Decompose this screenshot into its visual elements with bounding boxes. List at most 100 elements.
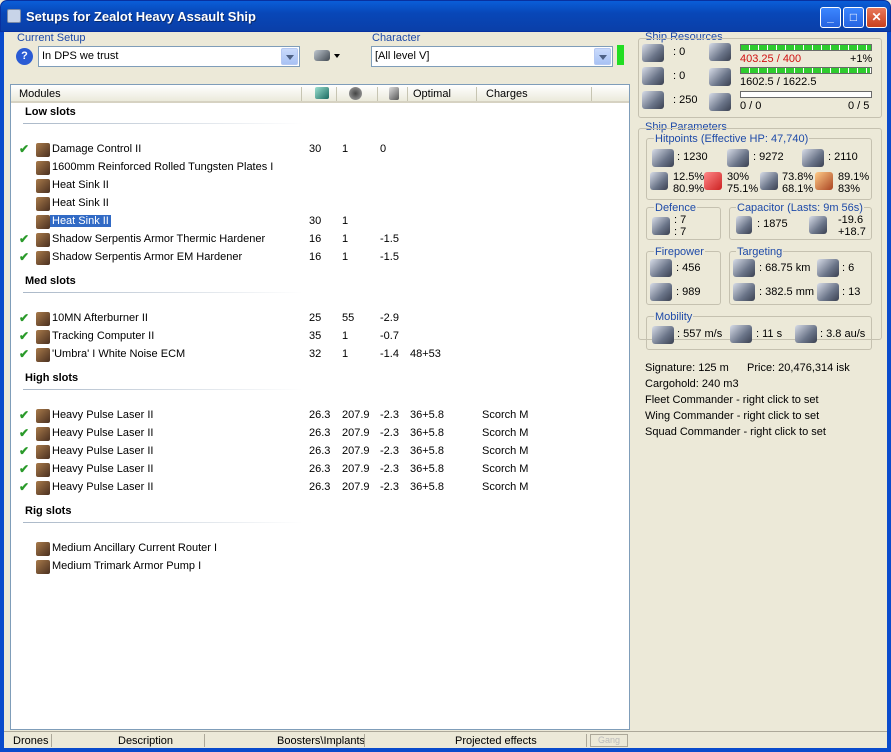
module-charge[interactable]: Scorch M (482, 427, 528, 439)
section-divider (23, 292, 303, 293)
fleet-commander-text[interactable]: Fleet Commander - right click to set (645, 394, 819, 406)
module-name[interactable]: Medium Trimark Armor Pump I (52, 560, 201, 572)
module-charge[interactable]: Scorch M (482, 409, 528, 421)
active-check-icon[interactable]: ✔ (19, 232, 29, 246)
module-cpu: 26.3 (309, 481, 331, 493)
module-row[interactable]: Heat Sink II 30 1 (11, 213, 629, 231)
module-row[interactable]: ✔ 'Umbra' I White Noise ECM 32 1 -1.4 48+53 (11, 346, 629, 364)
ship-icon (314, 50, 330, 61)
powergrid-value: 1602.5 / 1622.5 (740, 76, 817, 88)
module-charge[interactable]: Scorch M (482, 463, 528, 475)
close-button[interactable]: ✕ (866, 7, 887, 28)
setup-actions-button[interactable] (314, 48, 340, 64)
module-icon (36, 143, 50, 157)
module-name[interactable]: Heavy Pulse Laser II (52, 463, 154, 475)
active-check-icon[interactable]: ✔ (19, 444, 29, 458)
cpu-value: 403.25 / 400 (740, 53, 802, 65)
description-tab[interactable]: Description (118, 735, 173, 747)
module-name[interactable]: Heavy Pulse Laser II (52, 409, 154, 421)
setup-select[interactable]: In DPS we trust (38, 46, 300, 67)
minimize-button[interactable]: _ (820, 7, 841, 28)
module-row[interactable]: ✔ Damage Control II 30 1 0 (11, 141, 629, 159)
squad-commander-text[interactable]: Squad Commander - right click to set (645, 426, 826, 438)
drones-tab[interactable]: Drones (13, 735, 48, 747)
boosters-implants-tab[interactable]: Boosters\Implants (277, 735, 365, 747)
module-icon (36, 179, 50, 193)
character-select[interactable]: [All level V] (371, 46, 613, 67)
help-icon[interactable]: ? (16, 48, 33, 65)
module-power: 207.9 (342, 409, 370, 421)
module-cpu: 16 (309, 233, 322, 245)
module-power: 1 (342, 251, 349, 263)
projected-effects-tab[interactable]: Projected effects (455, 735, 537, 747)
active-check-icon[interactable]: ✔ (19, 311, 29, 325)
armor-icon (727, 149, 749, 167)
module-charge[interactable]: Scorch M (482, 481, 528, 493)
capacitor-col-icon[interactable] (389, 87, 399, 100)
active-check-icon[interactable]: ✔ (19, 142, 29, 156)
module-row[interactable]: ✔ Heavy Pulse Laser II 26.3 207.9 -2.3 36+5.8… (11, 443, 629, 461)
module-name[interactable]: Heavy Pulse Laser II (52, 427, 154, 439)
maximize-button[interactable]: □ (843, 7, 864, 28)
active-check-icon[interactable]: ✔ (19, 426, 29, 440)
module-row[interactable]: ✔ Heavy Pulse Laser II 26.3 207.9 -2.3 36+5.8… (11, 407, 629, 425)
hitpoints-title: Hitpoints (Effective HP: 47,740) (654, 133, 810, 145)
module-row[interactable]: ✔ Shadow Serpentis Armor Thermic Hardener… (11, 231, 629, 249)
module-icon (36, 463, 50, 477)
module-row[interactable]: Medium Trimark Armor Pump I (11, 558, 629, 576)
cpu-bar-fill (741, 45, 871, 50)
section-divider (23, 389, 303, 390)
gang-button[interactable]: Gang (590, 734, 628, 747)
chevron-down-icon[interactable] (281, 48, 298, 65)
module-cap: -2.9 (380, 312, 399, 324)
module-power: 1 (342, 233, 349, 245)
module-row[interactable]: ✔ Heavy Pulse Laser II 26.3 207.9 -2.3 36+5.8… (11, 479, 629, 497)
module-row[interactable]: 1600mm Reinforced Rolled Tungsten Plates… (11, 159, 629, 177)
module-name[interactable]: Damage Control II (52, 143, 141, 155)
chevron-down-icon[interactable] (594, 48, 611, 65)
module-row[interactable]: Medium Ancillary Current Router I (11, 540, 629, 558)
explosive-resist-icon (815, 172, 833, 190)
module-row[interactable]: ✔ 10MN Afterburner II 25 55 -2.9 (11, 310, 629, 328)
active-check-icon[interactable]: ✔ (19, 408, 29, 422)
module-name[interactable]: Shadow Serpentis Armor Thermic Hardener (52, 233, 265, 245)
module-name[interactable]: Heavy Pulse Laser II (52, 445, 154, 457)
active-check-icon[interactable]: ✔ (19, 250, 29, 264)
module-name[interactable]: Medium Ancillary Current Router I (52, 542, 217, 554)
col-optimal[interactable]: Optimal (413, 88, 451, 100)
defence-value-2: : 7 (674, 226, 687, 238)
module-cpu: 30 (309, 143, 322, 155)
max-targets-value: : 6 (842, 262, 855, 274)
active-check-icon[interactable]: ✔ (19, 480, 29, 494)
module-cap: -0.7 (380, 330, 399, 342)
module-name[interactable]: Heat Sink II (50, 215, 111, 227)
module-row[interactable]: ✔ Heavy Pulse Laser II 26.3 207.9 -2.3 36+5.8… (11, 461, 629, 479)
wing-commander-text[interactable]: Wing Commander - right click to set (645, 410, 819, 422)
module-row[interactable]: ✔ Tracking Computer II 35 1 -0.7 (11, 328, 629, 346)
col-charges[interactable]: Charges (486, 88, 528, 100)
module-row[interactable]: Heat Sink II (11, 195, 629, 213)
module-row[interactable]: ✔ Heavy Pulse Laser II 26.3 207.9 -2.3 36+5.8… (11, 425, 629, 443)
module-row[interactable]: ✔ Shadow Serpentis Armor EM Hardener 16 1 -1… (11, 249, 629, 267)
module-name[interactable]: Tracking Computer II (52, 330, 154, 342)
module-name[interactable]: Shadow Serpentis Armor EM Hardener (52, 251, 242, 263)
module-cpu: 32 (309, 348, 322, 360)
module-name[interactable]: 'Umbra' I White Noise ECM (52, 348, 185, 360)
module-name[interactable]: 1600mm Reinforced Rolled Tungsten Plates… (52, 161, 273, 173)
module-cap: -2.3 (380, 409, 399, 421)
module-row[interactable]: Heat Sink II (11, 177, 629, 195)
module-name[interactable]: Heat Sink II (52, 197, 109, 209)
launchers-value: : 0 (673, 70, 686, 82)
cpu-col-icon[interactable] (315, 87, 329, 99)
module-name[interactable]: Heat Sink II (52, 179, 109, 191)
module-name[interactable]: Heavy Pulse Laser II (52, 481, 154, 493)
active-check-icon[interactable]: ✔ (19, 347, 29, 361)
active-check-icon[interactable]: ✔ (19, 329, 29, 343)
power-col-icon[interactable] (349, 87, 362, 100)
module-charge[interactable]: Scorch M (482, 445, 528, 457)
col-modules[interactable]: Modules (19, 88, 61, 100)
module-name[interactable]: 10MN Afterburner II (52, 312, 148, 324)
active-check-icon[interactable]: ✔ (19, 462, 29, 476)
launcher-hardpoints-icon (642, 67, 664, 85)
kinetic-resist-shield: 73.8% (782, 171, 814, 183)
